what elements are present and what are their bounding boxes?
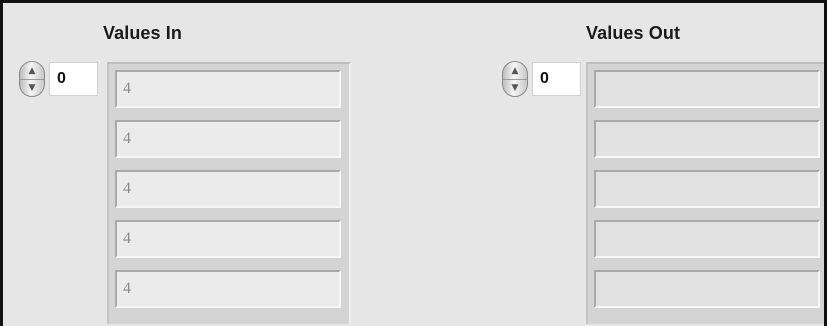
values-in-index-spinner[interactable]: ▲ ▼ [19, 61, 45, 97]
decrement-arrow-icon[interactable]: ▼ [503, 79, 527, 96]
values-out-label: Values Out [586, 23, 681, 43]
values-out-index-field[interactable]: 0 [532, 62, 581, 96]
values-in-index-field[interactable]: 0 [49, 62, 98, 96]
values-out-array [586, 62, 824, 324]
values-out-element [594, 70, 820, 108]
values-in-array: 4 4 4 4 4 [107, 62, 351, 324]
values-out-element [594, 220, 820, 258]
values-out-element [594, 170, 820, 208]
values-in-element[interactable]: 4 [115, 120, 341, 158]
values-out-element [594, 120, 820, 158]
values-out-index-spinner[interactable]: ▲ ▼ [502, 61, 528, 97]
values-in-element[interactable]: 4 [115, 220, 341, 258]
decrement-arrow-icon[interactable]: ▼ [20, 79, 44, 96]
front-panel: Values In Values Out ▲ ▼ 0 ▲ ▼ 0 4 4 4 4… [0, 0, 827, 326]
increment-arrow-icon[interactable]: ▲ [503, 62, 527, 80]
increment-arrow-icon[interactable]: ▲ [20, 62, 44, 80]
values-in-element[interactable]: 4 [115, 270, 341, 308]
values-in-label: Values In [103, 23, 182, 43]
values-in-element[interactable]: 4 [115, 170, 341, 208]
values-in-element[interactable]: 4 [115, 70, 341, 108]
values-out-element [594, 270, 820, 308]
